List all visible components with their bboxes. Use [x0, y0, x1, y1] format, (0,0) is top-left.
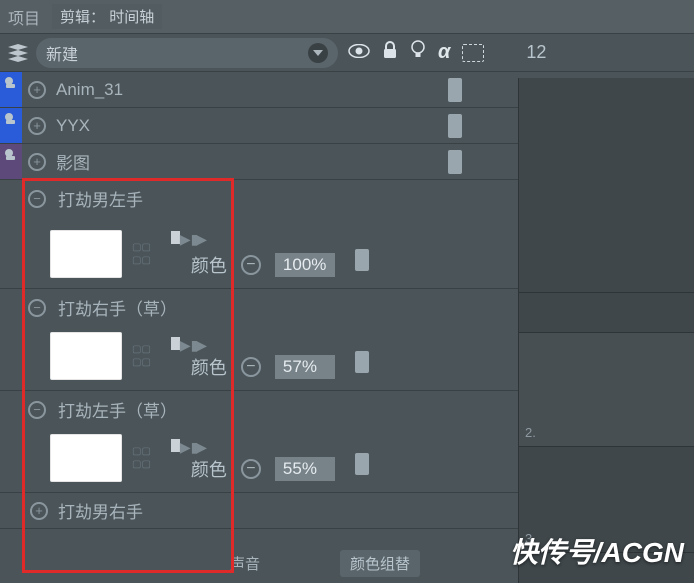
thumb-actions: ▢▢▢▢ — [132, 242, 151, 266]
opacity-slider[interactable] — [448, 150, 462, 174]
selection-icon[interactable] — [462, 44, 484, 62]
reset-button[interactable]: − — [241, 459, 261, 479]
reset-button[interactable]: − — [241, 255, 261, 275]
toolbar-icons: α 12 — [338, 40, 556, 65]
frame-number: 12 — [526, 42, 546, 63]
property-label: 颜色 — [191, 456, 227, 482]
layer-name: YYX — [56, 116, 444, 136]
percent-value[interactable]: 57% — [275, 355, 335, 379]
app-title: 项目 — [8, 5, 40, 29]
opacity-slider[interactable] — [448, 114, 462, 138]
layer-name: Anim_31 — [56, 80, 444, 100]
timeline-row[interactable] — [519, 293, 694, 333]
property-label: 颜色 — [191, 354, 227, 380]
palette-handle[interactable] — [0, 72, 22, 107]
row-number: 2. — [525, 425, 536, 440]
layer-thumbnail[interactable] — [50, 332, 122, 380]
percent-value[interactable]: 55% — [275, 457, 335, 481]
thumb-actions: ▢▢▢▢ — [132, 344, 151, 368]
footer-label: 声音 — [230, 553, 260, 574]
layer-name: 影图 — [56, 149, 444, 174]
timeline-row[interactable] — [519, 78, 694, 293]
layer-thumbnail[interactable] — [50, 230, 122, 278]
layer-thumbnail[interactable] — [50, 434, 122, 482]
footer-dropdown[interactable]: 颜色组替 — [340, 550, 420, 577]
eye-icon[interactable] — [348, 42, 370, 63]
breadcrumb[interactable]: 剪辑： 时间轴 — [52, 4, 162, 29]
percent-value[interactable]: 100% — [275, 253, 335, 277]
bulb-icon[interactable] — [410, 40, 426, 65]
layer-stack-icon[interactable] — [4, 39, 32, 67]
palette-handle[interactable] — [0, 108, 22, 143]
timeline-panel: 2. 3. — [518, 78, 694, 583]
collapse-icon[interactable]: − — [28, 299, 46, 317]
palette-handle[interactable] — [0, 144, 22, 179]
thumb-actions: ▢▢▢▢ — [132, 446, 151, 470]
alpha-icon[interactable]: α — [438, 41, 450, 64]
timeline-row[interactable]: 2. — [519, 333, 694, 447]
chevron-down-icon — [308, 43, 328, 63]
collapse-icon[interactable]: − — [28, 190, 46, 208]
opacity-slider[interactable] — [448, 78, 462, 102]
expand-icon[interactable]: + — [28, 153, 46, 171]
toolbar: 新建 α 12 — [0, 34, 694, 72]
property-label: 颜色 — [191, 252, 227, 278]
new-layer-label: 新建 — [46, 41, 78, 65]
expand-icon[interactable]: + — [28, 81, 46, 99]
expand-icon[interactable]: + — [30, 502, 48, 520]
blend-icons[interactable]: ▶ ▮▶ — [171, 337, 205, 354]
blend-icons[interactable]: ▶ ▮▶ — [171, 439, 205, 456]
lock-icon[interactable] — [382, 41, 398, 64]
breadcrumb-section: 剪辑： — [60, 9, 105, 26]
reset-button[interactable]: − — [241, 357, 261, 377]
blend-icons[interactable]: ▶ ▮▶ — [171, 231, 205, 248]
new-layer-dropdown[interactable]: 新建 — [36, 38, 338, 68]
breadcrumb-subsection: 时间轴 — [109, 9, 154, 26]
watermark: 快传号/ACGN — [510, 531, 684, 571]
collapse-icon[interactable]: − — [28, 401, 46, 419]
header-bar: 项目 剪辑： 时间轴 — [0, 0, 694, 34]
expand-icon[interactable]: + — [28, 117, 46, 135]
